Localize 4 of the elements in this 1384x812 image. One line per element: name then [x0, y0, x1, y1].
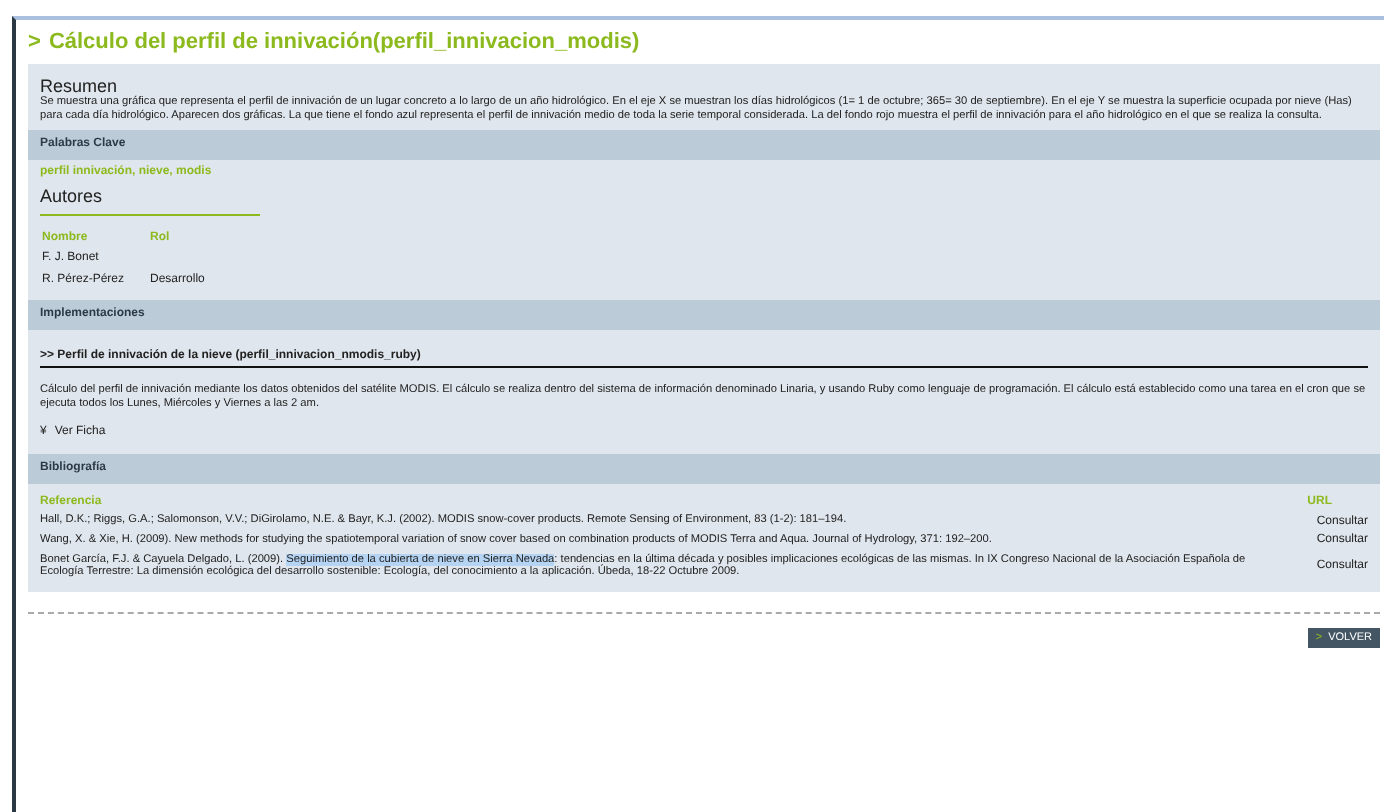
chevron-icon: >	[28, 30, 41, 54]
section-heading: Autores	[40, 186, 260, 217]
section-heading: Resumen	[40, 76, 120, 96]
page-title: Cálculo del perfil de innivación(perfil_innivacion_modis)	[48, 30, 640, 54]
